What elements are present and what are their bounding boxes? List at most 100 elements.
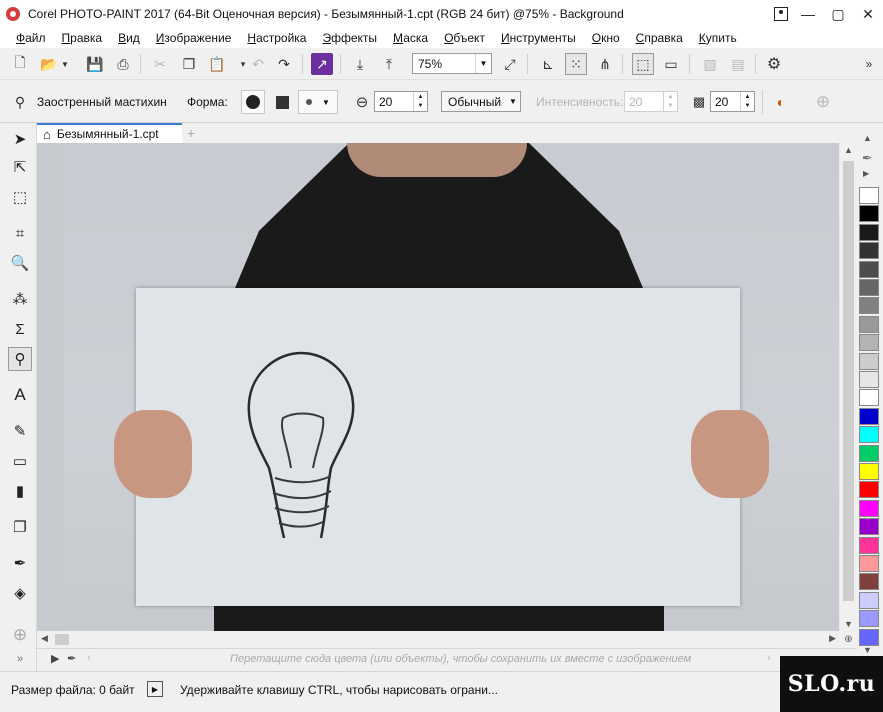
tray-scroll-right-icon[interactable]: › <box>767 652 771 664</box>
toolbar-overflow-icon[interactable]: » <box>858 53 880 75</box>
menu-buy[interactable]: Купить <box>691 31 745 45</box>
rectangle-mask-icon[interactable]: ⬚ <box>8 185 32 209</box>
color-swatch[interactable] <box>859 499 879 517</box>
add-tab-button[interactable]: + <box>187 125 195 141</box>
close-button[interactable]: ✕ <box>853 0 883 28</box>
drop-shadow-tool-icon[interactable]: ❐ <box>8 515 32 539</box>
menu-file[interactable]: Файл <box>8 31 54 45</box>
menu-image[interactable]: Изображение <box>148 31 240 45</box>
color-swatch[interactable] <box>859 628 879 646</box>
color-swatch[interactable] <box>859 242 879 260</box>
copy-icon[interactable]: ❐ <box>178 53 200 75</box>
smear-tool-icon[interactable]: ⚲ <box>8 347 32 371</box>
round-nib-button[interactable] <box>241 90 265 114</box>
show-rulers-icon[interactable]: ⊾ <box>537 53 559 75</box>
menu-view[interactable]: Вид <box>110 31 148 45</box>
intensity-stepper[interactable]: 20 ▲ ▼ <box>624 91 678 112</box>
stepper-arrows-icon[interactable]: ▲ ▼ <box>740 92 754 111</box>
vertical-scrollbar[interactable]: ▲ ▼ <box>840 143 857 631</box>
cut-icon[interactable]: ✂ <box>149 53 171 75</box>
eraser-tool-icon[interactable]: ▮ <box>8 479 32 503</box>
nib-select-dropdown[interactable]: ▼ <box>298 90 338 114</box>
color-swatch[interactable] <box>859 610 879 628</box>
tray-scroll-left-icon[interactable]: ‹ <box>87 652 91 664</box>
transparency-stepper[interactable]: 20 ▲ ▼ <box>710 91 755 112</box>
eyedropper-fill-icon[interactable]: ⁂ <box>8 287 32 311</box>
menu-edit[interactable]: Правка <box>54 31 111 45</box>
scroll-left-icon[interactable]: ◀ <box>41 633 48 644</box>
zoom-tool-icon[interactable]: 🔍 <box>8 251 32 275</box>
scroll-right-icon[interactable]: ▶ <box>829 633 836 644</box>
color-swatch[interactable] <box>859 315 879 333</box>
document-tab[interactable]: ⌂ Безымянный-1.cpt <box>37 123 182 143</box>
add-preset-icon[interactable]: ⊕ <box>812 91 834 113</box>
undo-icon[interactable]: ↶ <box>247 53 269 75</box>
color-swatch[interactable] <box>859 334 879 352</box>
restore-button[interactable]: ▢ <box>823 0 853 28</box>
scroll-up-icon[interactable]: ▲ <box>844 145 853 155</box>
tool-name-label[interactable]: Заостренный мастихин <box>37 95 167 109</box>
export-file-icon[interactable]: ⤒ <box>378 53 400 75</box>
image-canvas[interactable] <box>37 143 840 631</box>
menu-help[interactable]: Справка <box>628 31 691 45</box>
import-file-icon[interactable]: ⤓ <box>349 53 371 75</box>
minimize-button[interactable]: — <box>793 0 823 28</box>
color-swatch[interactable] <box>859 297 879 315</box>
new-document-icon[interactable]: 🗋 <box>9 53 31 75</box>
menu-mask[interactable]: Маска <box>385 31 436 45</box>
color-swatch[interactable] <box>859 591 879 609</box>
import-icon[interactable]: ↗ <box>311 53 333 75</box>
palette-scroll-down-icon[interactable]: ▼ <box>863 645 872 655</box>
stepper-arrows-icon[interactable]: ▲ ▼ <box>413 92 427 111</box>
eyedropper-tool-icon[interactable]: ✒ <box>8 551 32 575</box>
mask-overlay-icon[interactable]: ▨ <box>699 53 721 75</box>
color-swatch[interactable] <box>859 279 879 296</box>
square-nib-button[interactable] <box>270 90 294 114</box>
transform-tool-icon[interactable]: ⇱ <box>8 155 32 179</box>
tray-expand-icon[interactable]: ▶ <box>51 652 59 665</box>
menu-object[interactable]: Объект <box>436 31 493 45</box>
print-icon[interactable]: ⎙ <box>112 53 134 75</box>
navigator-icon[interactable]: ⊕ <box>840 631 857 648</box>
zoom-level-select[interactable]: 75% ▼ <box>412 53 492 74</box>
vertical-scroll-thumb[interactable] <box>843 161 854 601</box>
open-dropdown-icon[interactable]: ▼ <box>58 53 72 75</box>
menu-tools[interactable]: Инструменты <box>493 31 584 45</box>
redo-icon[interactable]: ↷ <box>273 53 295 75</box>
brush-preview-icon[interactable]: ◐ <box>770 91 792 113</box>
color-swatch[interactable] <box>859 371 879 388</box>
color-swatch[interactable] <box>859 426 879 444</box>
horizontal-scrollbar[interactable]: ◀ ▶ <box>37 631 840 648</box>
show-object-marquee-icon[interactable]: ▭ <box>660 53 682 75</box>
pick-tool-icon[interactable]: ➤ <box>8 127 32 151</box>
home-icon[interactable]: ⌂ <box>43 127 51 142</box>
redeye-tool-icon[interactable]: Σ <box>8 317 32 341</box>
customize-tools-icon[interactable]: ⊕ <box>8 623 32 647</box>
blend-mode-select[interactable]: Обычный ▼ <box>441 91 521 112</box>
photo-image[interactable] <box>64 143 839 631</box>
color-swatch[interactable] <box>859 573 879 591</box>
paint-tool-icon[interactable]: ✎ <box>8 419 32 443</box>
color-swatch[interactable] <box>859 205 879 223</box>
color-swatch[interactable] <box>859 463 879 480</box>
horizontal-scroll-thumb[interactable] <box>55 634 69 645</box>
fill-tool-icon[interactable]: ◈ <box>8 581 32 605</box>
show-mask-marquee-icon[interactable]: ⬚ <box>632 53 654 75</box>
show-grid-icon[interactable]: ⁙ <box>565 53 587 75</box>
palette-eyedropper-icon[interactable]: ✒ <box>862 151 872 165</box>
text-tool-icon[interactable]: A <box>8 383 32 407</box>
color-swatch[interactable] <box>859 187 879 204</box>
palette-menu-icon[interactable]: ▶ <box>863 169 869 178</box>
zoom-fit-icon[interactable]: ⤢ <box>499 53 521 75</box>
color-swatch[interactable] <box>859 518 879 536</box>
menu-window[interactable]: Окно <box>584 31 628 45</box>
paste-icon[interactable]: 📋 <box>206 53 228 75</box>
color-swatch[interactable] <box>859 407 879 425</box>
stepper-arrows-icon[interactable]: ▲ ▼ <box>663 92 677 111</box>
show-guides-icon[interactable]: ⋔ <box>594 53 616 75</box>
save-icon[interactable]: 💾 <box>84 53 106 75</box>
scroll-down-icon[interactable]: ▼ <box>844 619 853 629</box>
account-icon[interactable] <box>769 0 793 28</box>
menu-effects[interactable]: Эффекты <box>314 31 385 45</box>
menu-adjust[interactable]: Настройка <box>239 31 314 45</box>
